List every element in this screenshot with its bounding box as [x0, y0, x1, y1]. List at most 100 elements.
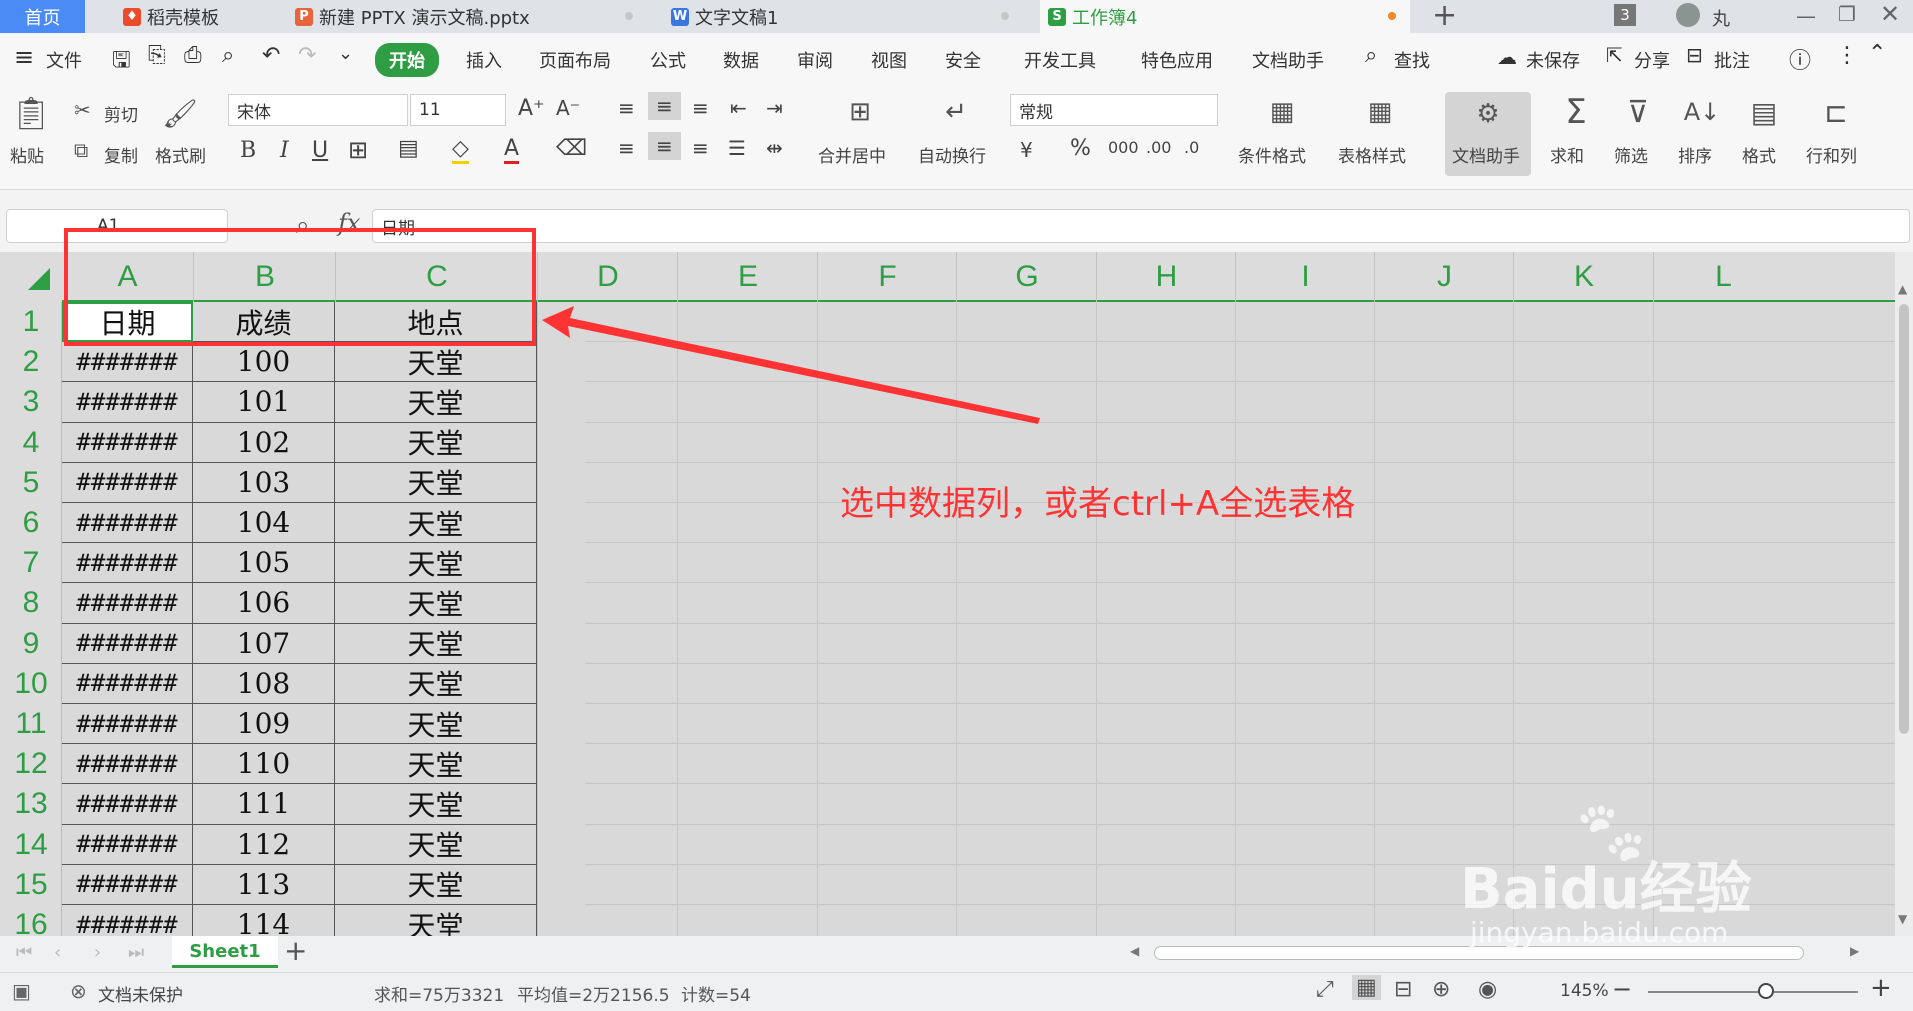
- comment-icon[interactable]: ⊟: [1686, 43, 1703, 67]
- distribute-icon[interactable]: ⇹: [766, 136, 783, 160]
- data-cell-a[interactable]: #######: [62, 503, 193, 544]
- menu-view[interactable]: 视图: [871, 47, 907, 73]
- row-header[interactable]: 4: [0, 423, 62, 463]
- unsaved-status[interactable]: 未保存: [1526, 47, 1580, 73]
- data-cell-c[interactable]: 天堂: [335, 704, 537, 745]
- tab-home[interactable]: 首页: [0, 0, 85, 33]
- font-grow-icon[interactable]: A⁺: [518, 96, 545, 121]
- close-icon[interactable]: ✕: [1880, 0, 1900, 28]
- share-button[interactable]: 分享: [1634, 47, 1670, 73]
- row-header[interactable]: 5: [0, 463, 62, 503]
- sum-button[interactable]: 求和: [1550, 142, 1584, 167]
- data-cell-b[interactable]: 103: [193, 462, 335, 503]
- data-cell-c[interactable]: 天堂: [335, 744, 537, 785]
- zoom-level[interactable]: 145%: [1560, 981, 1609, 1001]
- doc-helper-icon[interactable]: ⚙: [1468, 96, 1508, 132]
- cloud-icon[interactable]: ☁: [1497, 45, 1517, 69]
- tab-pptx[interactable]: P 新建 PPTX 演示文稿.pptx: [287, 0, 647, 33]
- border-icon[interactable]: ⊞: [348, 136, 368, 164]
- data-cell-c[interactable]: 天堂: [335, 543, 537, 584]
- fill-style-icon[interactable]: ▤: [398, 136, 419, 161]
- paste-icon[interactable]: 📋︎: [11, 94, 52, 132]
- data-cell-b[interactable]: 111: [193, 784, 335, 825]
- data-cell-b[interactable]: 109: [193, 704, 335, 745]
- data-cell-b[interactable]: 113: [193, 864, 335, 905]
- help-icon[interactable]: ⓘ: [1789, 43, 1811, 75]
- horizontal-scrollbar[interactable]: ◀ ▶: [1110, 942, 1870, 964]
- status-sum[interactable]: 求和=75万3321: [374, 981, 504, 1006]
- currency-icon[interactable]: ¥: [1020, 138, 1033, 162]
- data-cell-b[interactable]: 100: [193, 342, 335, 383]
- data-cell-a[interactable]: #######: [62, 744, 193, 785]
- percent-icon[interactable]: %: [1070, 136, 1091, 161]
- scroll-right-icon[interactable]: ▶: [1850, 944, 1859, 958]
- data-cell-b[interactable]: 105: [193, 543, 335, 584]
- data-cell-a[interactable]: #######: [62, 462, 193, 503]
- scroll-up-icon[interactable]: ▲: [1898, 282, 1907, 296]
- tab-close-dot[interactable]: [625, 12, 633, 20]
- data-cell-a[interactable]: #######: [62, 824, 193, 865]
- column-header-f[interactable]: F: [817, 252, 957, 302]
- row-header[interactable]: 14: [0, 825, 62, 865]
- search-icon[interactable]: ⌕: [1365, 43, 1377, 68]
- more-icon[interactable]: ⋮: [1836, 43, 1858, 68]
- copy-button[interactable]: 复制: [104, 142, 138, 167]
- data-cell-b[interactable]: 112: [193, 824, 335, 865]
- zoom-in-icon[interactable]: +: [1870, 973, 1892, 1003]
- last-sheet-icon[interactable]: ⏭: [128, 942, 144, 963]
- data-cell-a[interactable]: #######: [62, 623, 193, 664]
- indent-decrease-icon[interactable]: ⇤: [730, 96, 747, 120]
- horizontal-scroll-thumb[interactable]: [1154, 946, 1804, 960]
- align-right-icon[interactable]: ≡: [692, 136, 709, 160]
- clear-format-icon[interactable]: ⌫: [556, 136, 587, 161]
- tab-word[interactable]: W 文字文稿1: [663, 0, 1023, 33]
- row-header[interactable]: 10: [0, 664, 62, 704]
- tab-close-dot[interactable]: [1001, 12, 1009, 20]
- data-cell-c[interactable]: 天堂: [335, 382, 537, 423]
- scroll-left-icon[interactable]: ◀: [1130, 944, 1139, 958]
- bold-icon[interactable]: B: [240, 138, 256, 163]
- page-break-view-icon[interactable]: ⊟: [1394, 977, 1412, 1002]
- row-header[interactable]: 7: [0, 543, 62, 583]
- align-top-icon[interactable]: ≡: [618, 96, 635, 120]
- export-icon[interactable]: ⎘: [148, 43, 166, 68]
- redo-icon[interactable]: ↷: [298, 43, 316, 68]
- data-cell-c[interactable]: 天堂: [335, 422, 537, 463]
- menu-special-apps[interactable]: 特色应用: [1141, 47, 1213, 73]
- increase-decimal-icon[interactable]: .00: [1146, 138, 1171, 157]
- sum-icon[interactable]: Σ: [1556, 92, 1596, 132]
- cut-icon[interactable]: ✂: [74, 98, 91, 122]
- scroll-down-icon[interactable]: ▼: [1898, 912, 1907, 926]
- first-sheet-icon[interactable]: ⏮: [16, 942, 32, 963]
- row-col-icon[interactable]: ⊏: [1816, 92, 1856, 132]
- undo-icon[interactable]: ↶: [262, 43, 280, 68]
- print-icon[interactable]: ⎙: [184, 43, 202, 68]
- row-header[interactable]: 15: [0, 865, 62, 905]
- row-header[interactable]: 9: [0, 624, 62, 664]
- macro-icon[interactable]: ▣: [12, 979, 31, 1003]
- menu-review[interactable]: 审阅: [797, 47, 833, 73]
- vertical-scrollbar[interactable]: ▲ ▼: [1895, 252, 1913, 936]
- share-icon[interactable]: ⇱: [1606, 43, 1623, 67]
- sort-button[interactable]: 排序: [1678, 142, 1712, 167]
- status-count[interactable]: 计数=54: [681, 981, 751, 1006]
- tab-modified-dot[interactable]: [1388, 12, 1396, 20]
- row-header[interactable]: 12: [0, 744, 62, 784]
- data-cell-a[interactable]: #######: [62, 342, 193, 383]
- merge-center-icon[interactable]: ⊞: [840, 94, 880, 130]
- data-cell-b[interactable]: 102: [193, 422, 335, 463]
- row-header[interactable]: 8: [0, 583, 62, 623]
- underline-icon[interactable]: U: [312, 138, 328, 163]
- column-header-h[interactable]: H: [1096, 252, 1236, 302]
- data-cell-a[interactable]: #######: [62, 543, 193, 584]
- formula-input[interactable]: 日期: [372, 209, 1910, 243]
- wrap-text-icon[interactable]: ↵: [936, 94, 976, 130]
- data-cell-a[interactable]: #######: [62, 382, 193, 423]
- menu-developer[interactable]: 开发工具: [1024, 47, 1096, 73]
- quick-access-dropdown-icon[interactable]: ⌄: [338, 43, 353, 64]
- menu-data[interactable]: 数据: [723, 47, 759, 73]
- window-count-badge[interactable]: 3: [1614, 4, 1636, 26]
- menu-find[interactable]: 查找: [1394, 47, 1430, 73]
- data-cell-c[interactable]: 天堂: [335, 864, 537, 905]
- data-cell-c[interactable]: 天堂: [335, 342, 537, 383]
